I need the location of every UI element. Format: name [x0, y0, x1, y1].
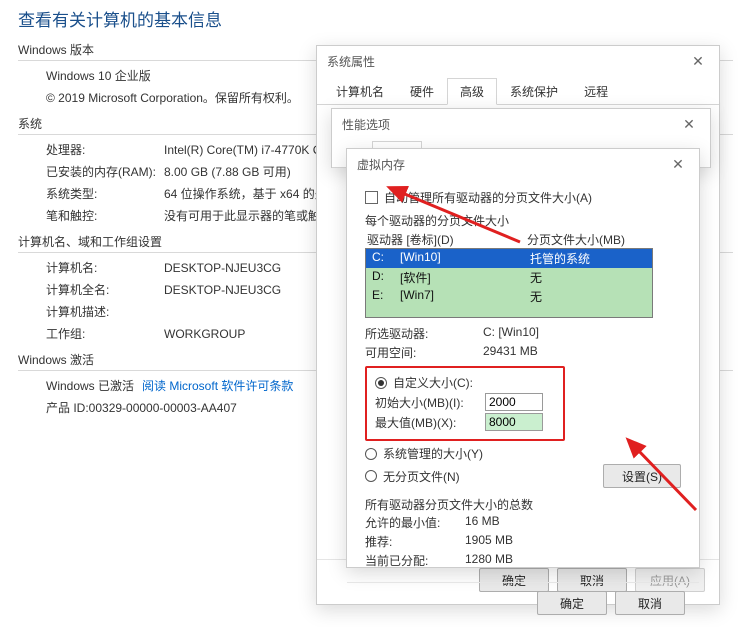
each-drive-label: 每个驱动器的分页文件大小 — [365, 212, 681, 229]
radio-custom-size[interactable] — [375, 377, 387, 389]
close-icon[interactable]: ✕ — [677, 46, 719, 76]
vm-cancel-button[interactable]: 取消 — [615, 591, 685, 615]
initial-size-input[interactable] — [485, 393, 543, 411]
drive-size: 无 — [470, 269, 646, 286]
auto-manage-label: 自动管理所有驱动器的分页文件大小(A) — [384, 189, 592, 206]
min-value: 16 MB — [465, 514, 500, 531]
set-button[interactable]: 设置(S) — [603, 464, 681, 488]
max-size-input[interactable] — [485, 413, 543, 431]
full-name-value: DESKTOP-NJEU3CG — [164, 281, 281, 299]
drive-size: 无 — [470, 288, 646, 305]
drive-row[interactable]: C: [Win10] 托管的系统 — [366, 249, 652, 268]
product-id-value: 00329-00000-00003-AA407 — [89, 399, 237, 417]
totals-header: 所有驱动器分页文件大小的总数 — [365, 496, 681, 513]
max-size-label: 最大值(MB)(X): — [375, 414, 479, 431]
radio-system-managed-label: 系统管理的大小(Y) — [383, 445, 483, 462]
custom-size-group: 自定义大小(C): 初始大小(MB)(I): 最大值(MB)(X): — [365, 366, 565, 441]
drive-header-drive: 驱动器 [卷标](D) — [367, 231, 467, 248]
drive-label: [软件] — [400, 269, 470, 286]
virtual-memory-title: 虚拟内存 — [357, 156, 405, 173]
cur-label: 当前已分配: — [365, 552, 465, 569]
close-icon[interactable]: ✕ — [668, 109, 710, 139]
drive-row[interactable]: D: [软件] 无 — [366, 268, 652, 287]
wg-label: 工作组: — [46, 325, 164, 343]
virtual-memory-dialog: 虚拟内存 ✕ 自动管理所有驱动器的分页文件大小(A) 每个驱动器的分页文件大小 … — [346, 148, 700, 568]
selected-drive-label: 所选驱动器: — [365, 325, 483, 342]
activation-status: Windows 已激活 — [46, 377, 134, 395]
computer-name-label: 计算机名: — [46, 259, 164, 277]
edition-value: Windows 10 企业版 — [46, 67, 151, 85]
available-space-label: 可用空间: — [365, 344, 483, 361]
ram-value: 8.00 GB (7.88 GB 可用) — [164, 163, 291, 181]
initial-size-label: 初始大小(MB)(I): — [375, 394, 479, 411]
ram-label: 已安装的内存(RAM): — [46, 163, 164, 181]
tab-computer-name[interactable]: 计算机名 — [323, 78, 397, 105]
tab-system-protection[interactable]: 系统保护 — [497, 78, 571, 105]
copyright: © 2019 Microsoft Corporation。保留所有权利。 — [46, 89, 299, 107]
min-label: 允许的最小值: — [365, 514, 465, 531]
pen-label: 笔和触控: — [46, 207, 164, 225]
radio-no-paging-file-label: 无分页文件(N) — [383, 468, 460, 485]
full-name-label: 计算机全名: — [46, 281, 164, 299]
cpu-value: Intel(R) Core(TM) i7-4770K CPU — [164, 141, 338, 159]
available-space-value: 29431 MB — [483, 344, 538, 361]
type-label: 系统类型: — [46, 185, 164, 203]
selected-drive-value: C: [Win10] — [483, 325, 539, 342]
drive-label: [Win7] — [400, 288, 470, 305]
radio-system-managed[interactable] — [365, 448, 377, 460]
drive-letter: C: — [372, 250, 400, 267]
drive-letter: E: — [372, 288, 400, 305]
computer-name-value: DESKTOP-NJEU3CG — [164, 259, 281, 277]
drive-list[interactable]: C: [Win10] 托管的系统 D: [软件] 无 E: [Win7] 无 — [365, 248, 653, 318]
system-properties-tabs: 计算机名 硬件 高级 系统保护 远程 — [317, 78, 719, 105]
desc-label: 计算机描述: — [46, 303, 164, 321]
auto-manage-checkbox[interactable] — [365, 191, 378, 204]
drive-header-size: 分页文件大小(MB) — [467, 231, 679, 248]
drive-label: [Win10] — [400, 250, 470, 267]
vm-ok-button[interactable]: 确定 — [537, 591, 607, 615]
drive-row[interactable]: E: [Win7] 无 — [366, 287, 652, 306]
drive-size: 托管的系统 — [470, 250, 646, 267]
drive-letter: D: — [372, 269, 400, 286]
wg-value: WORKGROUP — [164, 325, 245, 343]
tab-advanced[interactable]: 高级 — [447, 78, 497, 105]
rec-value: 1905 MB — [465, 533, 513, 550]
cur-value: 1280 MB — [465, 552, 513, 569]
cpu-label: 处理器: — [46, 141, 164, 159]
close-icon[interactable]: ✕ — [657, 149, 699, 179]
type-value: 64 位操作系统，基于 x64 的处理 — [164, 185, 339, 203]
tab-hardware[interactable]: 硬件 — [397, 78, 447, 105]
rec-label: 推荐: — [365, 533, 465, 550]
system-properties-title: 系统属性 — [327, 53, 375, 70]
page-title: 查看有关计算机的基本信息 — [0, 0, 751, 35]
license-link[interactable]: 阅读 Microsoft 软件许可条款 — [142, 377, 293, 395]
product-id-label: 产品 ID: — [46, 399, 89, 417]
radio-custom-size-label: 自定义大小(C): — [393, 374, 473, 391]
radio-no-paging-file[interactable] — [365, 470, 377, 482]
performance-options-title: 性能选项 — [342, 116, 390, 133]
tab-remote[interactable]: 远程 — [571, 78, 621, 105]
